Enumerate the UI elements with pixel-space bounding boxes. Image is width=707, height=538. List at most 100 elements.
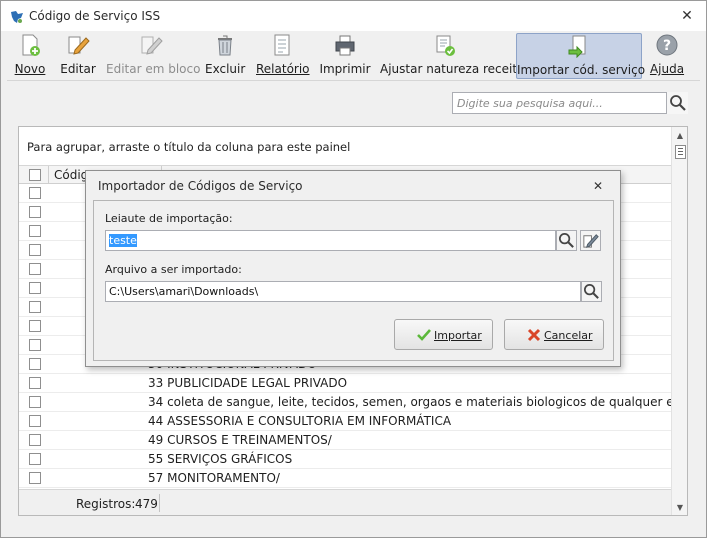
printer-icon xyxy=(335,35,355,56)
footer-divider xyxy=(159,494,160,512)
import-dialog: Importador de Códigos de Serviço ✕ Leiau… xyxy=(85,170,621,367)
row-checkbox[interactable] xyxy=(29,453,41,465)
batch-edit-button-label: Editar em bloco xyxy=(106,62,201,76)
layout-value: teste xyxy=(109,234,137,247)
new-document-icon xyxy=(22,34,40,56)
help-icon: ? xyxy=(656,34,678,56)
print-button-label: Imprimir xyxy=(319,62,371,76)
report-button-label: Relatório xyxy=(256,62,310,76)
batch-edit-button[interactable]: Editar em bloco xyxy=(106,33,201,79)
vertical-scrollbar[interactable]: ▲ ▼ xyxy=(671,127,687,515)
row-checkbox[interactable] xyxy=(29,472,41,484)
report-icon xyxy=(274,34,290,56)
import-button-label: Importar xyxy=(434,329,482,342)
search-icon xyxy=(583,283,599,299)
file-path-value: C:\Users\amari\Downloads\ xyxy=(109,285,259,298)
import-icon xyxy=(568,35,586,58)
scroll-up-icon[interactable]: ▲ xyxy=(675,131,685,141)
row-text: 57 MONITORAMENTO/ xyxy=(148,471,280,485)
cancel-button-label: Cancelar xyxy=(544,329,593,342)
group-by-hint: Para agrupar, arraste o título da coluna… xyxy=(27,140,351,154)
row-checkbox[interactable] xyxy=(29,377,41,389)
batch-edit-icon xyxy=(141,36,163,55)
dialog-title: Importador de Códigos de Serviço xyxy=(98,179,303,193)
svg-text:?: ? xyxy=(663,38,671,54)
search-icon xyxy=(670,95,686,111)
row-checkbox[interactable] xyxy=(29,415,41,427)
app-logo-icon xyxy=(11,11,23,23)
row-checkbox[interactable] xyxy=(29,187,41,199)
print-button[interactable]: Imprimir xyxy=(319,33,371,79)
import-service-code-button-label: Importar cód. serviço xyxy=(517,63,646,77)
row-checkbox[interactable] xyxy=(29,263,41,275)
column-header-codigo[interactable]: Códig xyxy=(54,168,88,182)
scroll-down-icon[interactable]: ▼ xyxy=(675,503,685,513)
edit-pencil-icon xyxy=(68,36,90,55)
row-checkbox[interactable] xyxy=(29,225,41,237)
row-checkbox[interactable] xyxy=(29,434,41,446)
layout-edit-button[interactable] xyxy=(580,230,601,251)
import-button[interactable]: Importar xyxy=(394,319,493,350)
table-row[interactable]: 57 MONITORAMENTO/ xyxy=(19,469,671,488)
row-checkbox[interactable] xyxy=(29,301,41,313)
search-icon xyxy=(558,232,574,248)
new-button[interactable]: Novo xyxy=(13,33,47,79)
edit-button[interactable]: Editar xyxy=(58,33,98,79)
dialog-close-button[interactable]: ✕ xyxy=(591,179,605,193)
delete-button[interactable]: Excluir xyxy=(205,33,245,79)
records-label: Registros: xyxy=(76,497,136,511)
row-text: 33 PUBLICIDADE LEGAL PRIVADO xyxy=(148,376,348,390)
row-checkbox[interactable] xyxy=(29,206,41,218)
row-checkbox[interactable] xyxy=(29,282,41,294)
adjust-revenue-button[interactable]: Ajustar natureza receita xyxy=(380,33,525,79)
edit-button-label: Editar xyxy=(60,62,96,76)
checkmark-icon xyxy=(417,329,431,341)
help-button-label: Ajuda xyxy=(649,62,685,76)
adjust-revenue-icon xyxy=(436,35,455,56)
file-label: Arquivo a ser importado: xyxy=(105,263,242,276)
row-text: 55 SERVIÇOS GRÁFICOS xyxy=(148,452,293,466)
file-browse-button[interactable] xyxy=(581,281,602,302)
cancel-x-icon xyxy=(527,328,541,342)
scroll-thumb[interactable] xyxy=(675,145,686,159)
records-count: 479 xyxy=(135,497,158,511)
row-text: 44 ASSESSORIA E CONSULTORIA EM INFORMÁTI… xyxy=(148,414,452,428)
table-row[interactable]: 34 coleta de sangue, leite, tecidos, sem… xyxy=(19,393,687,412)
layout-label: Leiaute de importação: xyxy=(105,212,233,225)
grid-footer: Registros: 479 xyxy=(19,489,671,515)
row-checkbox[interactable] xyxy=(29,396,41,408)
import-service-code-button[interactable]: Importar cód. serviço xyxy=(516,33,646,79)
help-button[interactable]: ? Ajuda xyxy=(648,33,686,79)
row-checkbox[interactable] xyxy=(29,339,41,351)
search-box xyxy=(452,92,688,114)
file-path-field[interactable]: C:\Users\amari\Downloads\ xyxy=(105,281,581,302)
table-row[interactable]: 33 PUBLICIDADE LEGAL PRIVADO xyxy=(19,374,671,393)
table-row[interactable]: 44 ASSESSORIA E CONSULTORIA EM INFORMÁTI… xyxy=(19,412,671,431)
window-title: Código de Serviço ISS xyxy=(29,9,161,23)
main-window: Código de Serviço ISS ✕ Novo Editar Edit… xyxy=(0,0,707,538)
report-button[interactable]: Relatório xyxy=(256,33,310,79)
group-by-panel[interactable]: Para agrupar, arraste o título da coluna… xyxy=(19,127,671,165)
new-button-label: Novo xyxy=(14,62,46,76)
table-row[interactable]: 55 SERVIÇOS GRÁFICOS xyxy=(19,450,671,469)
adjust-revenue-button-label: Ajustar natureza receita xyxy=(380,62,525,76)
row-checkbox[interactable] xyxy=(29,358,41,370)
row-text: 34 coleta de sangue, leite, tecidos, sem… xyxy=(148,395,688,409)
toolbar: Novo Editar Editar em bloco Excluir Rela… xyxy=(7,31,700,81)
window-close-button[interactable]: ✕ xyxy=(679,8,695,24)
layout-field[interactable]: teste xyxy=(105,230,556,251)
edit-pencil-icon xyxy=(583,234,599,248)
search-input[interactable] xyxy=(453,93,665,113)
title-bar: Código de Serviço ISS ✕ xyxy=(1,1,706,31)
trash-icon xyxy=(218,35,232,56)
row-checkbox[interactable] xyxy=(29,320,41,332)
delete-button-label: Excluir xyxy=(205,62,246,76)
select-all-checkbox[interactable] xyxy=(29,169,41,181)
layout-search-button[interactable] xyxy=(556,230,577,251)
column-divider xyxy=(48,166,49,184)
cancel-button[interactable]: Cancelar xyxy=(504,319,604,350)
row-text: 49 CURSOS E TREINAMENTOS/ xyxy=(148,433,332,447)
search-button[interactable] xyxy=(666,92,688,114)
row-checkbox[interactable] xyxy=(29,244,41,256)
table-row[interactable]: 49 CURSOS E TREINAMENTOS/ xyxy=(19,431,671,450)
